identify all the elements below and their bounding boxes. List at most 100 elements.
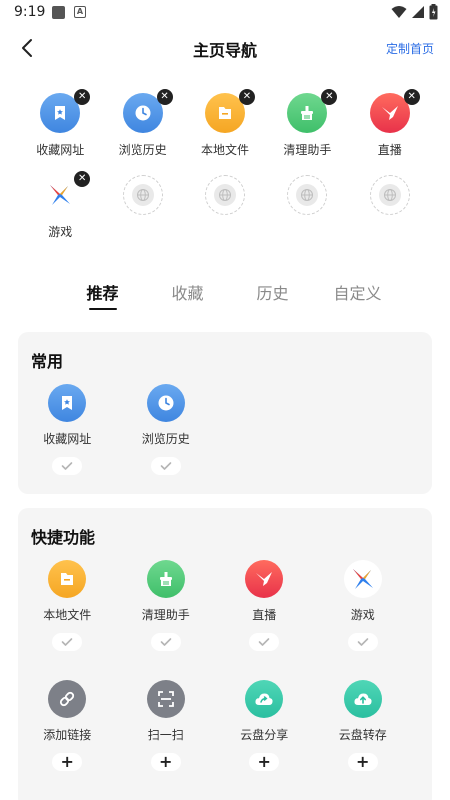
selected-item-label: 浏览历史 bbox=[118, 143, 167, 157]
wifi-icon bbox=[391, 6, 407, 18]
selected-item-label: 游戏 bbox=[48, 225, 73, 239]
empty-slot bbox=[349, 172, 431, 254]
option-cloud-save[interactable]: 云盘转存 + bbox=[314, 680, 413, 800]
cloud-share-icon bbox=[245, 680, 284, 718]
tab-label: 收藏 bbox=[171, 284, 204, 303]
broom-icon bbox=[146, 560, 185, 598]
option-label: 本地文件 bbox=[43, 608, 92, 622]
selected-item-game[interactable]: ✕ 游戏 bbox=[19, 171, 101, 254]
option-add-link[interactable]: 添加链接 + bbox=[18, 680, 117, 800]
tab-history[interactable]: 历史 bbox=[230, 276, 315, 316]
plus-icon: + bbox=[159, 752, 173, 771]
option-scan[interactable]: 扫一扫 + bbox=[117, 680, 216, 800]
scan-icon bbox=[146, 680, 185, 718]
folder-icon bbox=[48, 560, 87, 598]
option-label: 云盘转存 bbox=[338, 728, 387, 742]
option-bookmarks[interactable]: 收藏网址 bbox=[18, 384, 117, 504]
selected-item-label: 收藏网址 bbox=[36, 143, 85, 157]
empty-slot-circle bbox=[204, 175, 245, 215]
globe-placeholder-icon bbox=[296, 184, 319, 206]
signal-icon bbox=[412, 6, 424, 18]
category-tabs: 推荐 收藏 历史 自定义 bbox=[60, 276, 400, 316]
option-label: 游戏 bbox=[350, 608, 375, 622]
empty-slot bbox=[101, 172, 183, 254]
option-cloud-share[interactable]: 云盘分享 + bbox=[215, 680, 314, 800]
link-icon bbox=[48, 680, 87, 718]
empty-slot bbox=[184, 172, 266, 254]
bookmark-icon bbox=[48, 384, 87, 422]
selected-item-live[interactable]: ✕ 直播 bbox=[349, 89, 431, 172]
globe-placeholder-icon bbox=[213, 184, 236, 206]
option-game[interactable]: 游戏 bbox=[314, 560, 413, 680]
section-title: 快捷功能 bbox=[31, 528, 96, 547]
clock-icon bbox=[146, 384, 185, 422]
remove-badge-button[interactable]: ✕ bbox=[156, 89, 173, 105]
header: 主页导航 定制首页 bbox=[0, 28, 450, 68]
option-label: 添加链接 bbox=[43, 728, 92, 742]
option-label: 收藏网址 bbox=[43, 432, 92, 446]
selected-row-2: ✕ 游戏 bbox=[19, 171, 431, 254]
status-time: 9:19 bbox=[14, 4, 46, 20]
selected-item-cleaner[interactable]: ✕ 清理助手 bbox=[266, 89, 348, 172]
selected-item-bookmarks[interactable]: ✕ 收藏网址 bbox=[19, 89, 101, 172]
selected-shortcuts-grid: ✕ 收藏网址 ✕ 浏览历史 ✕ 本地文件 ✕ 清理助手 ✕ 直播 ✕ 游戏 bbox=[19, 89, 431, 254]
page-title: 主页导航 bbox=[192, 41, 257, 60]
tab-custom[interactable]: 自定义 bbox=[315, 276, 400, 316]
empty-slot-circle bbox=[369, 175, 410, 215]
checkmark-icon bbox=[61, 638, 73, 646]
empty-slot bbox=[266, 172, 348, 254]
live-bird-icon bbox=[245, 560, 284, 598]
selected-item-label: 直播 bbox=[377, 143, 402, 157]
selected-item-history[interactable]: ✕ 浏览历史 bbox=[101, 89, 183, 172]
option-label: 直播 bbox=[252, 608, 277, 622]
globe-placeholder-icon bbox=[131, 184, 154, 206]
game-x-icon bbox=[343, 560, 382, 598]
selected-item-label: 本地文件 bbox=[200, 143, 249, 157]
empty-slot-circle bbox=[287, 175, 328, 215]
remove-badge-button[interactable]: ✕ bbox=[321, 89, 338, 105]
option-local-files[interactable]: 本地文件 bbox=[18, 560, 117, 680]
added-check-button[interactable] bbox=[249, 633, 280, 651]
plus-icon: + bbox=[257, 752, 271, 771]
option-cleaner[interactable]: 清理助手 bbox=[117, 560, 216, 680]
add-plus-button[interactable]: + bbox=[52, 752, 83, 771]
checkmark-icon bbox=[357, 638, 369, 646]
remove-badge-button[interactable]: ✕ bbox=[403, 89, 420, 105]
remove-badge-button[interactable]: ✕ bbox=[238, 89, 255, 105]
plus-icon: + bbox=[60, 752, 74, 771]
checkmark-icon bbox=[160, 638, 172, 646]
empty-slot-circle bbox=[122, 175, 163, 215]
option-label: 浏览历史 bbox=[141, 432, 190, 446]
selected-row-1: ✕ 收藏网址 ✕ 浏览历史 ✕ 本地文件 ✕ 清理助手 ✕ 直播 bbox=[19, 89, 431, 172]
plus-icon: + bbox=[356, 752, 370, 771]
globe-placeholder-icon bbox=[378, 184, 401, 206]
added-check-button[interactable] bbox=[52, 633, 83, 651]
notification-square-icon bbox=[52, 6, 65, 19]
add-plus-button[interactable]: + bbox=[249, 752, 280, 771]
checkmark-icon bbox=[258, 638, 270, 646]
section-common: 常用 收藏网址 浏览历史 bbox=[18, 332, 432, 494]
added-check-button[interactable] bbox=[150, 633, 181, 651]
selected-item-label: 清理助手 bbox=[283, 143, 332, 157]
customize-homepage-link[interactable]: 定制首页 bbox=[386, 40, 434, 57]
section-quick-functions: 快捷功能 本地文件 清理助手 直播 游戏 添加链接 + 扫一扫 + 云盘分享 +… bbox=[18, 508, 432, 800]
tab-recommended[interactable]: 推荐 bbox=[60, 276, 145, 316]
notification-a-icon: A bbox=[74, 6, 86, 18]
add-plus-button[interactable]: + bbox=[347, 752, 378, 771]
add-plus-button[interactable]: + bbox=[150, 752, 181, 771]
option-live[interactable]: 直播 bbox=[215, 560, 314, 680]
added-check-button[interactable] bbox=[347, 633, 378, 651]
status-bar: 9:19 A bbox=[0, 0, 450, 26]
option-label: 扫一扫 bbox=[147, 728, 184, 742]
added-check-button[interactable] bbox=[52, 457, 83, 475]
checkmark-icon bbox=[61, 462, 73, 470]
tab-favorites[interactable]: 收藏 bbox=[145, 276, 230, 316]
option-history[interactable]: 浏览历史 bbox=[117, 384, 216, 504]
cloud-save-icon bbox=[343, 680, 382, 718]
selected-item-local-files[interactable]: ✕ 本地文件 bbox=[184, 89, 266, 172]
remove-badge-button[interactable]: ✕ bbox=[74, 89, 91, 105]
added-check-button[interactable] bbox=[150, 457, 181, 475]
tab-label: 自定义 bbox=[333, 284, 382, 303]
remove-badge-button[interactable]: ✕ bbox=[74, 171, 91, 187]
option-label: 云盘分享 bbox=[240, 728, 289, 742]
